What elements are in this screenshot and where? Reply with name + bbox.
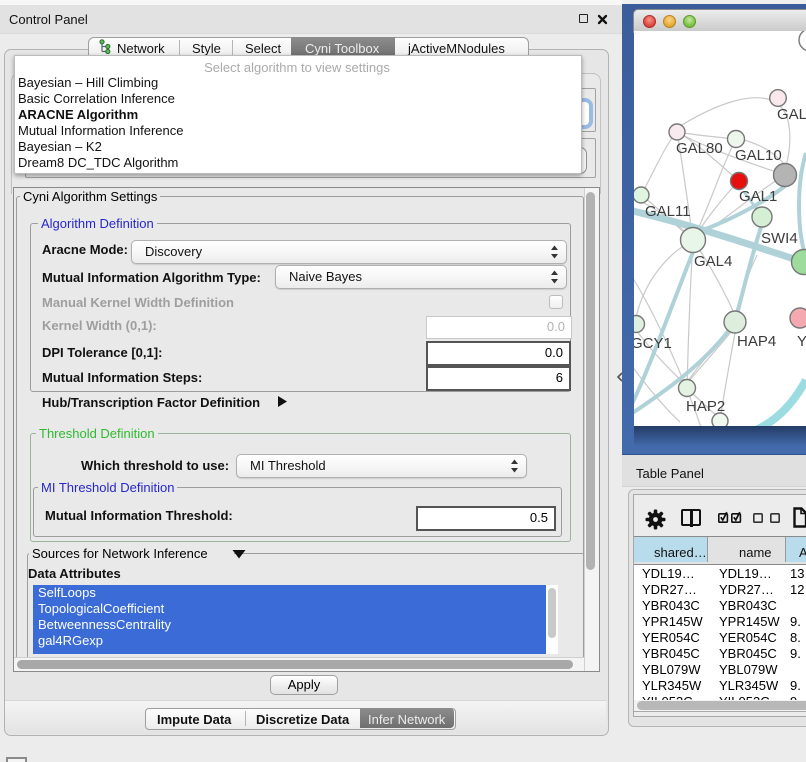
svg-text:GAL4: GAL4: [694, 253, 732, 270]
svg-text:GAL1: GAL1: [739, 188, 777, 205]
svg-text:GAL80: GAL80: [676, 140, 723, 157]
svg-text:GAL10: GAL10: [735, 147, 782, 164]
svg-text:HAP2: HAP2: [686, 398, 725, 415]
svg-text:SWI4: SWI4: [761, 230, 798, 247]
svg-text:GAL11: GAL11: [645, 203, 691, 220]
svg-text:GCY1: GCY1: [634, 335, 672, 352]
svg-text:YE: YE: [797, 333, 806, 350]
svg-text:GAL7: GAL7: [777, 106, 806, 123]
svg-text:HAP4: HAP4: [737, 333, 776, 350]
